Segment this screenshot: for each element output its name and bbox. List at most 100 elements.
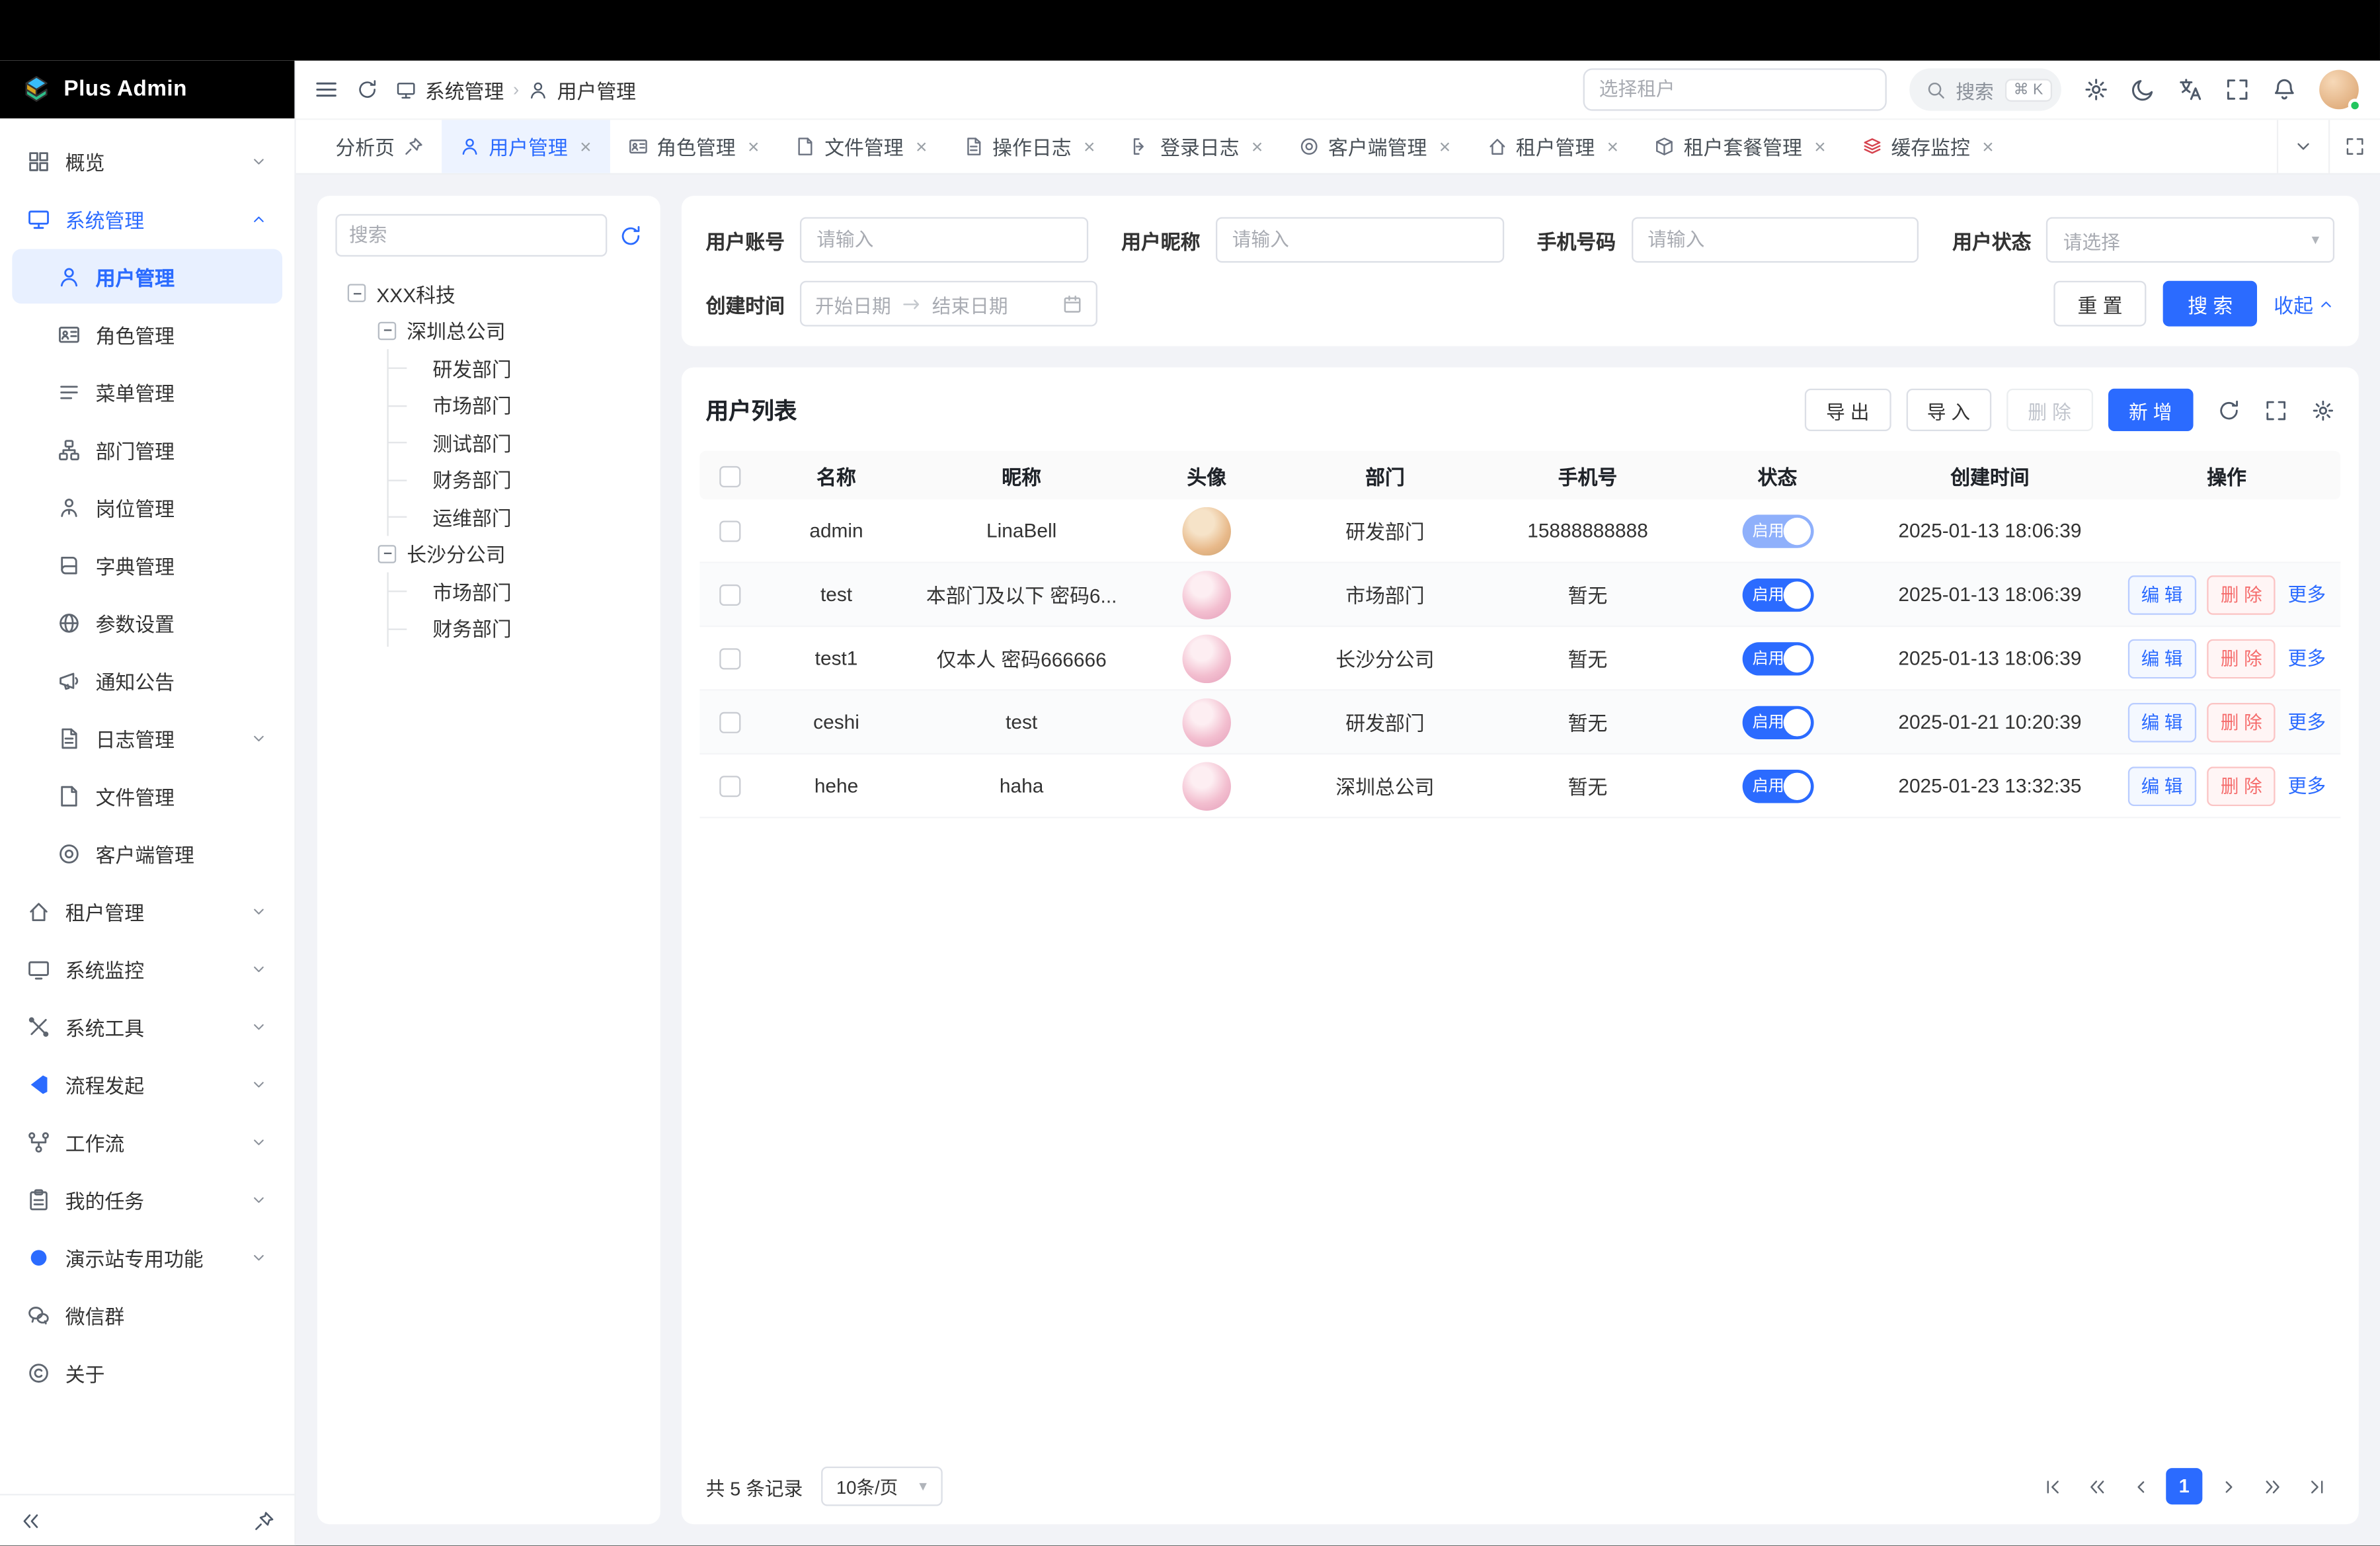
- user-avatar[interactable]: [2319, 70, 2359, 110]
- collapse-filters-link[interactable]: 收起: [2274, 289, 2334, 318]
- row-delete-button[interactable]: 删 除: [2207, 575, 2276, 614]
- tab-login-log[interactable]: 登录日志 ×: [1113, 120, 1281, 173]
- sidebar-item-param-settings[interactable]: 参数设置: [12, 595, 282, 650]
- row-checkbox[interactable]: [719, 521, 740, 542]
- tab-client-management[interactable]: 客户端管理 ×: [1281, 120, 1469, 173]
- close-icon[interactable]: ×: [1607, 137, 1618, 157]
- tree-node-department[interactable]: 运维部门: [335, 498, 642, 535]
- edit-button[interactable]: 编 辑: [2127, 766, 2196, 805]
- status-toggle[interactable]: 启用: [1742, 641, 1813, 675]
- status-toggle[interactable]: 启用: [1742, 769, 1813, 803]
- reset-button[interactable]: 重 置: [2053, 281, 2147, 327]
- sidebar-item-menu-management[interactable]: 菜单管理: [12, 364, 282, 419]
- status-toggle[interactable]: 启用: [1742, 578, 1813, 612]
- tab-file-management[interactable]: 文件管理 ×: [777, 120, 945, 173]
- close-icon[interactable]: ×: [1084, 137, 1095, 157]
- sidebar-item-workflow[interactable]: 工作流: [12, 1114, 282, 1169]
- language-translate-icon[interactable]: [2178, 77, 2203, 102]
- row-checkbox[interactable]: [719, 776, 740, 797]
- sidebar-item-dict-management[interactable]: 字典管理: [12, 538, 282, 592]
- tab-user-management[interactable]: 用户管理 ×: [442, 120, 610, 173]
- last-page-button[interactable]: [2298, 1468, 2334, 1504]
- close-icon[interactable]: ×: [580, 137, 591, 157]
- settings-gear-icon[interactable]: [2084, 77, 2108, 102]
- row-delete-button[interactable]: 删 除: [2207, 766, 2276, 805]
- fullscreen-table-icon[interactable]: [2264, 399, 2287, 421]
- close-icon[interactable]: ×: [1814, 137, 1825, 157]
- breadcrumb-user-management[interactable]: 用户管理: [557, 75, 636, 104]
- date-range-picker[interactable]: 开始日期 结束日期: [800, 281, 1097, 327]
- export-button[interactable]: 导 出: [1805, 389, 1891, 431]
- import-button[interactable]: 导 入: [1906, 389, 1992, 431]
- collapse-box-icon[interactable]: [378, 545, 397, 563]
- collapse-box-icon[interactable]: [348, 284, 366, 303]
- tree-node-department[interactable]: 财务部门: [335, 610, 642, 647]
- date-end[interactable]: 结束日期: [932, 289, 1008, 318]
- collapse-box-icon[interactable]: [378, 321, 397, 340]
- prev-page-button[interactable]: [2122, 1468, 2159, 1504]
- tab-tenant-management[interactable]: 租户管理 ×: [1469, 120, 1637, 173]
- refresh-page-icon[interactable]: [357, 79, 378, 100]
- edit-button[interactable]: 编 辑: [2127, 575, 2196, 614]
- edit-button[interactable]: 编 辑: [2127, 638, 2196, 678]
- tabs-dropdown-button[interactable]: [2277, 120, 2328, 173]
- tree-search-input[interactable]: [335, 214, 607, 257]
- close-icon[interactable]: ×: [1982, 137, 1993, 157]
- row-checkbox[interactable]: [719, 649, 740, 670]
- status-toggle[interactable]: 启用: [1742, 705, 1813, 739]
- tree-node-company[interactable]: 深圳总公司: [335, 312, 642, 349]
- sidebar-item-about[interactable]: 关于: [12, 1345, 282, 1400]
- phone-input[interactable]: [1631, 217, 1919, 263]
- sidebar-item-my-tasks[interactable]: 我的任务: [12, 1172, 282, 1227]
- close-icon[interactable]: ×: [916, 137, 927, 157]
- search-button[interactable]: 搜 索: [2163, 281, 2256, 327]
- nickname-input[interactable]: [1215, 217, 1503, 263]
- tree-node-department[interactable]: 市场部门: [335, 573, 642, 610]
- close-icon[interactable]: ×: [1439, 137, 1450, 157]
- next-page-button[interactable]: [2210, 1468, 2246, 1504]
- close-icon[interactable]: ×: [748, 137, 759, 157]
- tabs-fullscreen-button[interactable]: [2328, 120, 2380, 173]
- edit-button[interactable]: 编 辑: [2127, 702, 2196, 742]
- row-checkbox[interactable]: [719, 585, 740, 606]
- dark-mode-moon-icon[interactable]: [2131, 77, 2155, 102]
- pin-icon[interactable]: [404, 137, 424, 157]
- status-toggle[interactable]: 启用: [1742, 514, 1813, 548]
- sidebar-item-client-management[interactable]: 客户端管理: [12, 826, 282, 881]
- tree-node-root[interactable]: XXX科技: [335, 275, 642, 312]
- breadcrumb-system[interactable]: 系统管理: [425, 75, 504, 104]
- tab-analysis[interactable]: 分析页: [317, 120, 442, 173]
- tenant-select-input[interactable]: [1583, 68, 1886, 110]
- sidebar-item-role-management[interactable]: 角色管理: [12, 307, 282, 362]
- sidebar-item-process-start[interactable]: 流程发起: [12, 1057, 282, 1112]
- global-search-button[interactable]: 搜索 ⌘ K: [1909, 68, 2061, 110]
- tab-cache-monitor[interactable]: 缓存监控 ×: [1844, 120, 2012, 173]
- more-button[interactable]: 更多: [2288, 648, 2326, 669]
- tab-role-management[interactable]: 角色管理 ×: [610, 120, 777, 173]
- hamburger-menu-icon[interactable]: [314, 77, 338, 102]
- date-start[interactable]: 开始日期: [815, 289, 891, 318]
- tree-node-department[interactable]: 财务部门: [335, 461, 642, 498]
- tree-node-department[interactable]: 测试部门: [335, 424, 642, 461]
- tree-refresh-icon[interactable]: [619, 224, 642, 247]
- sidebar-item-post-management[interactable]: 岗位管理: [12, 480, 282, 535]
- row-checkbox[interactable]: [719, 712, 740, 733]
- delete-button[interactable]: 删 除: [2006, 389, 2092, 431]
- select-all-checkbox[interactable]: [719, 466, 740, 487]
- column-settings-icon[interactable]: [2312, 399, 2334, 421]
- sidebar-collapse-button[interactable]: [20, 1510, 41, 1531]
- sidebar-item-system-management[interactable]: 系统管理: [12, 191, 282, 246]
- sidebar-item-notice[interactable]: 通知公告: [12, 653, 282, 708]
- close-icon[interactable]: ×: [1251, 137, 1263, 157]
- sidebar-item-log-management[interactable]: 日志管理: [12, 710, 282, 765]
- prev-5-pages-button[interactable]: [2078, 1468, 2114, 1504]
- add-button[interactable]: 新 增: [2108, 389, 2194, 431]
- fullscreen-icon[interactable]: [2225, 77, 2250, 102]
- sidebar-item-system-monitor[interactable]: 系统监控: [12, 941, 282, 996]
- tree-node-department[interactable]: 研发部门: [335, 349, 642, 386]
- more-button[interactable]: 更多: [2288, 585, 2326, 606]
- more-button[interactable]: 更多: [2288, 776, 2326, 797]
- notification-bell-icon[interactable]: [2272, 77, 2297, 102]
- sidebar-item-file-management[interactable]: 文件管理: [12, 768, 282, 823]
- more-button[interactable]: 更多: [2288, 712, 2326, 733]
